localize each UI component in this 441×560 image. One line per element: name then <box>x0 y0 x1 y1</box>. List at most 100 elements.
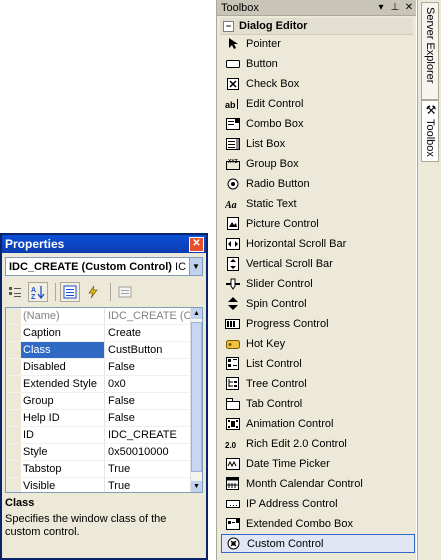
window-position-icon[interactable]: ▾ <box>374 1 388 14</box>
svg-text:Aa: Aa <box>225 200 237 210</box>
auto-hide-pin-icon[interactable]: ⊥ <box>388 1 402 14</box>
row-margin <box>6 325 21 341</box>
property-value[interactable]: Create <box>105 325 192 341</box>
property-row[interactable]: Tabstop True <box>6 461 192 478</box>
property-value[interactable]: CustButton <box>105 342 192 358</box>
toolbox-item-ip-address-control[interactable]: IP Address Control <box>221 494 415 513</box>
toolbox-item-static-text[interactable]: Aa Static Text <box>221 194 415 213</box>
property-description: Class Specifies the window class of the … <box>5 497 203 555</box>
scroll-down-icon[interactable]: ▼ <box>191 481 202 492</box>
object-selector[interactable]: IDC_CREATE (Custom Control) IC ▼ <box>5 257 203 276</box>
property-value[interactable]: False <box>105 359 192 375</box>
property-value[interactable]: False <box>105 393 192 409</box>
row-margin <box>6 308 21 324</box>
property-name: Class <box>21 342 105 358</box>
toolbox-item-label: Group Box <box>246 157 299 170</box>
property-row[interactable]: ID IDC_CREATE <box>6 427 192 444</box>
categorized-icon[interactable] <box>5 282 25 302</box>
toolbox-item-edit-control[interactable]: ab Edit Control <box>221 94 415 113</box>
property-value[interactable]: IDC_CREATE <box>105 427 192 443</box>
property-value[interactable]: IDC_CREATE (Cus <box>105 308 192 324</box>
events-icon[interactable] <box>83 282 103 302</box>
toolbox-item-label: Rich Edit 2.0 Control <box>246 437 347 450</box>
tab-toolbox[interactable]: ⚒ Toolbox <box>421 100 439 162</box>
toolbox-item-vertical-scroll-bar[interactable]: Vertical Scroll Bar <box>221 254 415 273</box>
svg-text:ab: ab <box>225 100 236 110</box>
property-row[interactable]: Style 0x50010000 <box>6 444 192 461</box>
toolbox-item-label: Static Text <box>246 197 297 210</box>
property-value[interactable]: True <box>105 478 192 492</box>
scroll-up-icon[interactable]: ▲ <box>191 308 202 319</box>
toolbox-item-group-box[interactable]: XYZ Group Box <box>221 154 415 173</box>
close-icon[interactable]: ✕ <box>402 1 416 14</box>
radio-button-icon <box>225 177 240 190</box>
tab-control-icon <box>225 397 240 410</box>
toolbox-item-tab-control[interactable]: Tab Control <box>221 394 415 413</box>
toolbox-item-check-box[interactable]: Check Box <box>221 74 415 93</box>
property-row[interactable]: Help ID False <box>6 410 192 427</box>
toolbox-item-horizontal-scroll-bar[interactable]: Horizontal Scroll Bar <box>221 234 415 253</box>
tree-control-icon <box>225 377 240 390</box>
toolbox-item-date-time-picker[interactable]: Date Time Picker <box>221 454 415 473</box>
property-value[interactable]: 0x0 <box>105 376 192 392</box>
toolbox-item-tree-control[interactable]: Tree Control <box>221 374 415 393</box>
property-value[interactable]: 0x50010000 <box>105 444 192 460</box>
toolbox-item-label: Pointer <box>246 37 281 50</box>
toolbox-item-list-box[interactable]: List Box <box>221 134 415 153</box>
toolbox-item-extended-combo-box[interactable]: Extended Combo Box <box>221 514 415 533</box>
section-label: Dialog Editor <box>239 20 308 32</box>
property-row[interactable]: Caption Create <box>6 325 192 342</box>
ip-address-icon <box>225 497 240 510</box>
tab-server-explorer-label: Server Explorer <box>424 7 436 84</box>
toolbox-item-spin-control[interactable]: Spin Control <box>221 294 415 313</box>
chevron-down-icon[interactable]: ▼ <box>189 258 202 275</box>
toolbox-item-pointer[interactable]: Pointer <box>221 34 415 53</box>
property-pages-icon[interactable] <box>115 282 135 302</box>
alphabetical-icon[interactable]: AZ <box>28 282 48 302</box>
toolbox-item-rich-edit-2-0-control[interactable]: 2.0 Rich Edit 2.0 Control <box>221 434 415 453</box>
svg-text:Z: Z <box>31 294 36 300</box>
collapse-icon[interactable]: − <box>223 20 234 32</box>
toolbar-separator <box>55 283 56 301</box>
property-value[interactable]: True <box>105 461 192 477</box>
toolbox-item-progress-control[interactable]: Progress Control <box>221 314 415 333</box>
toolbox-item-custom-control[interactable]: Custom Control <box>221 534 415 553</box>
property-row[interactable]: Disabled False <box>6 359 192 376</box>
row-margin <box>6 461 21 477</box>
check-box-icon <box>225 77 240 90</box>
slider-control-icon <box>225 277 240 290</box>
properties-icon[interactable] <box>60 282 80 302</box>
toolbox-item-radio-button[interactable]: Radio Button <box>221 174 415 193</box>
property-row[interactable]: Extended Style 0x0 <box>6 376 192 393</box>
property-row[interactable]: (Name)IDC_CREATE (Cus <box>6 308 192 325</box>
toolbox-item-animation-control[interactable]: Animation Control <box>221 414 415 433</box>
property-grid-scrollbar[interactable]: ▲ ▼ <box>190 308 202 492</box>
toolbox-item-label: Tree Control <box>246 377 307 390</box>
toolbox-item-slider-control[interactable]: Slider Control <box>221 274 415 293</box>
property-row[interactable]: Visible True <box>6 478 192 492</box>
toolbox-item-list-control[interactable]: List Control <box>221 354 415 373</box>
toolbox-section-dialog-editor[interactable]: − Dialog Editor <box>220 18 413 35</box>
toolbox-item-label: Horizontal Scroll Bar <box>246 237 347 250</box>
toolbox-item-label: Extended Combo Box <box>246 517 354 530</box>
pointer-icon <box>225 37 240 50</box>
toolbox-item-label: Edit Control <box>246 97 304 110</box>
toolbox-item-label: Custom Control <box>247 537 324 550</box>
properties-panel: Properties ✕ IDC_CREATE (Custom Control)… <box>0 233 208 560</box>
toolbox-item-picture-control[interactable]: Picture Control <box>221 214 415 233</box>
toolbox-item-label: Animation Control <box>246 417 334 430</box>
property-name: Tabstop <box>21 461 105 477</box>
tab-server-explorer[interactable]: Server Explorer <box>421 2 439 100</box>
rich-edit-icon: 2.0 <box>225 437 240 450</box>
property-row[interactable]: Group False <box>6 393 192 410</box>
property-row[interactable]: Class CustButton <box>6 342 192 359</box>
toolbox-item-combo-box[interactable]: Combo Box <box>221 114 415 133</box>
scroll-thumb[interactable] <box>191 322 202 472</box>
toolbox-item-button[interactable]: Button <box>221 54 415 73</box>
description-text: Specifies the window class of the custom… <box>5 513 167 538</box>
toolbox-item-hot-key[interactable]: Hot Key <box>221 334 415 353</box>
property-value[interactable]: False <box>105 410 192 426</box>
custom-control-icon <box>226 537 241 550</box>
toolbox-item-month-calendar-control[interactable]: Month Calendar Control <box>221 474 415 493</box>
close-icon[interactable]: ✕ <box>189 236 204 252</box>
